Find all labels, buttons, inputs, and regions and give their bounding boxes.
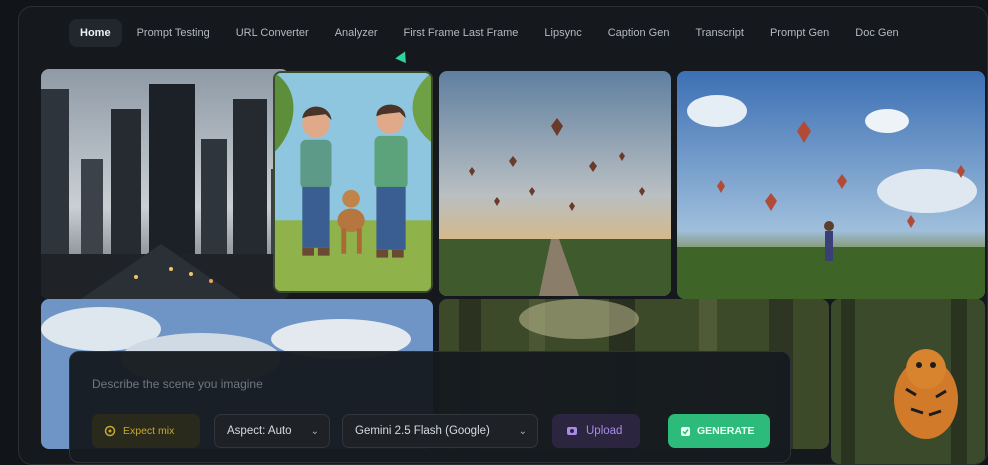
aspect-select[interactable]: Aspect: Auto ⌄ [214, 414, 330, 448]
gallery-image-kites-field[interactable] [677, 71, 985, 299]
gallery-image-cartoon[interactable] [273, 71, 433, 293]
model-select[interactable]: Gemini 2.5 Flash (Google) ⌄ [342, 414, 538, 448]
tab-doc-gen[interactable]: Doc Gen [844, 19, 909, 47]
chevron-down-icon: ⌄ [310, 425, 319, 437]
expect-mix-button[interactable]: Expect mix [92, 414, 200, 448]
tiger-image [831, 299, 985, 464]
image-upload-icon [566, 425, 578, 437]
generate-button[interactable]: GENERATE [668, 414, 770, 448]
app-window: Home Prompt Testing URL Converter Analyz… [0, 0, 988, 465]
magic-icon [680, 426, 691, 437]
tab-caption-gen[interactable]: Caption Gen [597, 19, 681, 47]
generate-label: GENERATE [697, 425, 755, 437]
aspect-label: Aspect: Auto [227, 425, 292, 437]
tab-lipsync[interactable]: Lipsync [533, 19, 592, 47]
expect-mix-label: Expect mix [123, 425, 175, 437]
tab-analyzer[interactable]: Analyzer [324, 19, 389, 47]
gallery-image-kites-road[interactable] [439, 71, 671, 296]
gallery-image-city[interactable] [41, 69, 289, 299]
main-frame: Home Prompt Testing URL Converter Analyz… [18, 6, 988, 465]
prompt-panel: Expect mix Aspect: Auto ⌄ Gemini 2.5 Fla… [69, 351, 791, 463]
model-label: Gemini 2.5 Flash (Google) [355, 425, 490, 437]
tab-url-converter[interactable]: URL Converter [225, 19, 320, 47]
tab-transcript[interactable]: Transcript [684, 19, 755, 47]
upload-label: Upload [586, 425, 623, 437]
tab-prompt-gen[interactable]: Prompt Gen [759, 19, 840, 47]
tab-prompt-testing[interactable]: Prompt Testing [126, 19, 221, 47]
city-image [41, 69, 289, 299]
sparkle-icon [104, 425, 116, 437]
kites-field-image [677, 71, 985, 299]
scene-prompt-input[interactable] [92, 372, 752, 396]
upload-button[interactable]: Upload [552, 414, 640, 448]
gallery-image-tiger[interactable] [831, 299, 985, 464]
kites-road-image [439, 71, 671, 296]
cartoon-image [275, 73, 431, 291]
chevron-down-icon: ⌄ [518, 425, 527, 437]
tab-first-frame-last-frame[interactable]: First Frame Last Frame [392, 19, 529, 47]
tab-home[interactable]: Home [69, 19, 122, 47]
top-nav: Home Prompt Testing URL Converter Analyz… [19, 7, 987, 59]
